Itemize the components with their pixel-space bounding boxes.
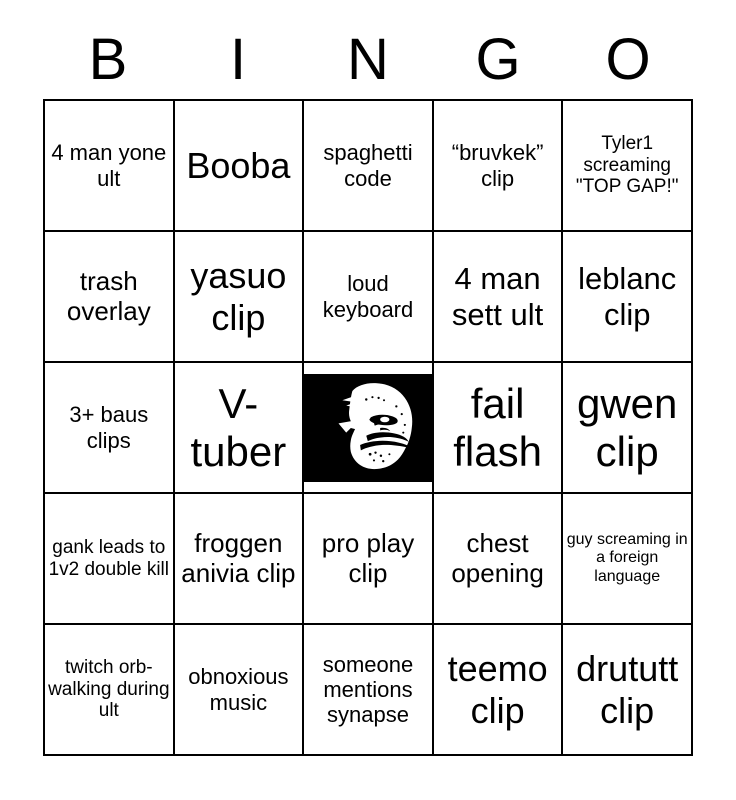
bingo-cell[interactable]: yasuo clip [174, 232, 305, 363]
bingo-cell[interactable]: 3+ baus clips [45, 363, 175, 494]
bingo-cell[interactable]: pro play clip [304, 494, 434, 625]
header-letter-o: O [605, 27, 651, 92]
bingo-cell-label: pro play clip [321, 527, 415, 588]
bingo-cell-label: “bruvkek” clip [451, 140, 544, 191]
bingo-cell[interactable]: gank leads to 1v2 double kill [45, 494, 175, 625]
bingo-cell-label: trash overlay [66, 265, 151, 326]
bingo-cell-label: fail flash [453, 379, 542, 475]
bingo-cell[interactable]: Booba [174, 101, 305, 232]
bingo-cell-label: gank leads to 1v2 double kill [48, 536, 169, 580]
bingo-card: B I N G O 4 man yone ult Booba spaghetti… [0, 0, 736, 800]
header-letter-b: B [88, 27, 128, 92]
bingo-cell[interactable]: Tyler1 screaming "TOP GAP!" [563, 101, 693, 232]
bingo-grid: 4 man yone ult Booba spaghetti code “bru… [43, 99, 693, 756]
bingo-cell-label: spaghetti code [323, 140, 413, 191]
bingo-cell[interactable]: spaghetti code [304, 101, 434, 232]
bingo-cell[interactable]: fail flash [433, 363, 564, 494]
bingo-cell[interactable]: chest opening [433, 494, 564, 625]
bingo-cell-label: guy screaming in a foreign language [566, 531, 688, 585]
bingo-cell[interactable]: guy screaming in a foreign language [563, 494, 693, 625]
bingo-cell-label: Tyler1 screaming "TOP GAP!" [575, 133, 679, 198]
bingo-cell-label: obnoxious music [188, 664, 289, 715]
bingo-cell[interactable]: V-tuber [174, 363, 305, 494]
bingo-cell[interactable]: twitch orb-walking during ult [45, 625, 175, 756]
bingo-cell-label: gwen clip [576, 379, 678, 475]
bingo-cell-label: loud keyboard [322, 271, 414, 322]
bingo-cell-label: leblanc clip [578, 261, 677, 332]
bingo-cell-label: teemo clip [447, 648, 548, 731]
bingo-cell[interactable]: 4 man yone ult [45, 101, 175, 232]
bingo-cell-label: twitch orb-walking during ult [48, 657, 170, 722]
trollface-icon [304, 373, 432, 482]
bingo-cell-label: drututt clip [576, 648, 679, 731]
bingo-cell[interactable]: 4 man sett ult [433, 232, 564, 363]
bingo-cell[interactable]: froggen anivia clip [174, 494, 305, 625]
bingo-header: B I N G O [43, 24, 693, 96]
bingo-cell-label: 4 man yone ult [51, 140, 167, 191]
bingo-cell[interactable]: obnoxious music [174, 625, 305, 756]
bingo-cell[interactable]: trash overlay [45, 232, 175, 363]
header-letter-n: N [347, 27, 389, 92]
bingo-cell[interactable]: someone mentions synapse [304, 625, 434, 756]
bingo-cell-label: 3+ baus clips [69, 402, 149, 453]
bingo-cell[interactable]: “bruvkek” clip [433, 101, 564, 232]
bingo-cell-label: yasuo clip [190, 255, 287, 338]
bingo-cell[interactable]: drututt clip [563, 625, 693, 756]
bingo-cell-label: someone mentions synapse [322, 651, 414, 728]
header-letter-g: G [475, 27, 521, 92]
bingo-cell[interactable]: gwen clip [563, 363, 693, 494]
bingo-cell-label: 4 man sett ult [451, 261, 544, 332]
bingo-cell[interactable]: teemo clip [433, 625, 564, 756]
bingo-cell-free-space[interactable] [304, 363, 434, 494]
bingo-cell-label: Booba [186, 144, 291, 186]
bingo-cell[interactable]: loud keyboard [304, 232, 434, 363]
bingo-cell-label: chest opening [451, 527, 544, 588]
bingo-cell[interactable]: leblanc clip [563, 232, 693, 363]
bingo-cell-label: V-tuber [190, 379, 287, 475]
header-letter-i: I [229, 27, 247, 92]
bingo-cell-label: froggen anivia clip [181, 527, 296, 588]
